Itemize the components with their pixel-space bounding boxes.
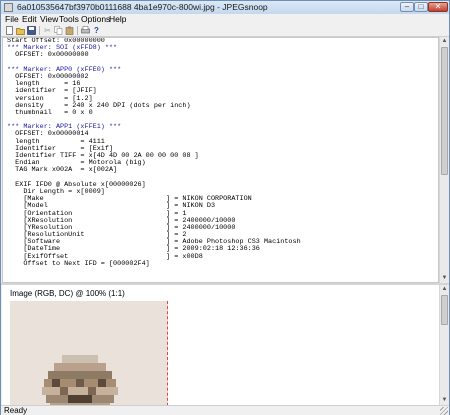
toolbar-separator: [39, 26, 40, 35]
toolbar: ✂ ?: [1, 25, 449, 37]
help-icon[interactable]: ?: [92, 26, 101, 35]
log-line: TAG Mark x002A = x[002A]: [7, 166, 118, 175]
log-output: Start Offset: 0x00000000 *** Marker: SOI …: [7, 38, 301, 268]
app-window: 6a010535647bf3970b0111688 4ba1e970c-800w…: [0, 0, 450, 415]
menu-bar: File Edit View Tools Options Help: [1, 14, 449, 25]
menu-tools[interactable]: Tools: [59, 14, 79, 25]
image-caption: Image (RGB, DC) @ 100% (1:1): [10, 289, 125, 298]
log-text-pane[interactable]: Start Offset: 0x00000000 *** Marker: SOI …: [2, 37, 439, 283]
image-vertical-scrollbar[interactable]: ▲ ▼: [439, 285, 449, 405]
scroll-up-arrow-icon[interactable]: ▲: [440, 285, 449, 294]
save-icon[interactable]: [27, 26, 36, 35]
log-line: thumbnail = 0 x 0: [7, 108, 93, 117]
scroll-down-arrow-icon[interactable]: ▼: [440, 396, 449, 405]
maximize-button[interactable]: □: [414, 2, 428, 12]
status-text: Ready: [4, 406, 28, 415]
paste-icon[interactable]: [65, 26, 74, 35]
scroll-down-arrow-icon[interactable]: ▼: [440, 274, 449, 283]
open-icon[interactable]: [16, 26, 25, 35]
window-title: 6a010535647bf3970b0111688 4ba1e970c-800w…: [17, 2, 268, 12]
scroll-up-arrow-icon[interactable]: ▲: [440, 37, 449, 46]
log-line: OFFSET: 0x00000000: [7, 51, 89, 60]
toolbar-separator: [77, 26, 78, 35]
title-bar[interactable]: 6a010535647bf3970b0111688 4ba1e970c-800w…: [1, 1, 449, 15]
scroll-thumb[interactable]: [441, 295, 448, 325]
status-bar: Ready: [1, 405, 449, 415]
menu-help[interactable]: Help: [109, 14, 126, 25]
app-icon: [4, 3, 13, 12]
new-icon[interactable]: [5, 26, 14, 35]
log-vertical-scrollbar[interactable]: ▲ ▼: [439, 37, 449, 283]
close-button[interactable]: ✕: [428, 2, 448, 12]
menu-options[interactable]: Options: [81, 14, 110, 25]
scroll-thumb[interactable]: [441, 47, 448, 175]
minimize-button[interactable]: –: [400, 2, 414, 12]
log-line: Offset to Next IFD = [000002F4]: [7, 259, 150, 268]
menu-view[interactable]: View: [40, 14, 58, 25]
print-icon[interactable]: [81, 26, 90, 35]
image-preview-pane[interactable]: Image (RGB, DC) @ 100% (1:1): [2, 285, 439, 405]
cut-icon[interactable]: ✂: [43, 26, 52, 35]
menu-file[interactable]: File: [5, 14, 19, 25]
pixelated-subject-image: [42, 355, 118, 405]
copy-icon[interactable]: [54, 26, 63, 35]
menu-edit[interactable]: Edit: [22, 14, 37, 25]
image-preview: [10, 301, 168, 405]
resize-grip-icon[interactable]: [440, 407, 448, 415]
